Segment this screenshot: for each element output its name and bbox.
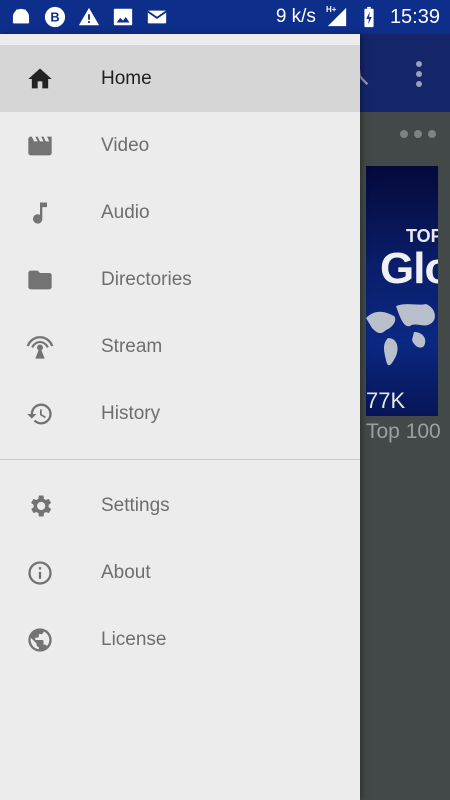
more-options-icon[interactable]: [396, 126, 440, 142]
nav-item-about[interactable]: About: [0, 539, 360, 606]
nav-item-label: About: [101, 561, 151, 583]
clock: 15:39: [389, 5, 440, 28]
android-icon: [10, 6, 32, 28]
nav-item-label: History: [101, 402, 161, 424]
music-note-icon: [26, 199, 54, 227]
nav-item-label: Home: [101, 67, 152, 89]
nav-item-label: License: [101, 628, 167, 650]
navigation-drawer: Home Video Audio Directories Stream Hist…: [0, 34, 360, 800]
divider: [0, 459, 360, 460]
home-icon: [26, 65, 54, 93]
nav-item-video[interactable]: Video: [0, 112, 360, 179]
network-speed: 9 k/s: [275, 6, 316, 27]
nav-item-label: Video: [101, 134, 150, 156]
thumbnail-count: 77K: [366, 388, 406, 413]
svg-text:B: B: [50, 10, 59, 25]
thumbnail-title-text: Glo: [380, 244, 438, 293]
nav-item-home[interactable]: Home: [0, 45, 360, 112]
world-map-graphic: [366, 298, 438, 378]
nav-item-audio[interactable]: Audio: [0, 179, 360, 246]
playlist-caption[interactable]: Top 100: [366, 420, 441, 444]
battery-charging-icon: [358, 6, 380, 28]
nav-item-label: Audio: [101, 201, 150, 223]
playlist-thumbnail[interactable]: TOP Glo 77K: [366, 166, 438, 416]
network-type: H+: [325, 5, 337, 14]
signal-icon: H+: [326, 6, 348, 28]
nav-item-settings[interactable]: Settings: [0, 472, 360, 539]
folder-icon: [26, 266, 54, 294]
globe-icon: [26, 626, 54, 654]
status-bar: B 9 k/s H+ 15:39: [0, 0, 450, 34]
nav-item-label: Settings: [101, 494, 170, 516]
stream-antenna-icon: [26, 333, 54, 361]
history-icon: [26, 400, 54, 428]
b-badge-icon: B: [44, 6, 66, 28]
mail-icon: [146, 6, 168, 28]
nav-item-stream[interactable]: Stream: [0, 313, 360, 380]
video-icon: [26, 132, 54, 160]
info-icon: [26, 559, 54, 587]
nav-item-label: Stream: [101, 335, 163, 357]
overflow-menu-icon[interactable]: [408, 58, 430, 90]
warning-icon: [78, 6, 100, 28]
nav-item-license[interactable]: License: [0, 606, 360, 673]
image-icon: [112, 6, 134, 28]
nav-item-directories[interactable]: Directories: [0, 246, 360, 313]
nav-item-label: Directories: [101, 268, 192, 290]
nav-item-history[interactable]: History: [0, 380, 360, 447]
gear-icon: [26, 492, 54, 520]
